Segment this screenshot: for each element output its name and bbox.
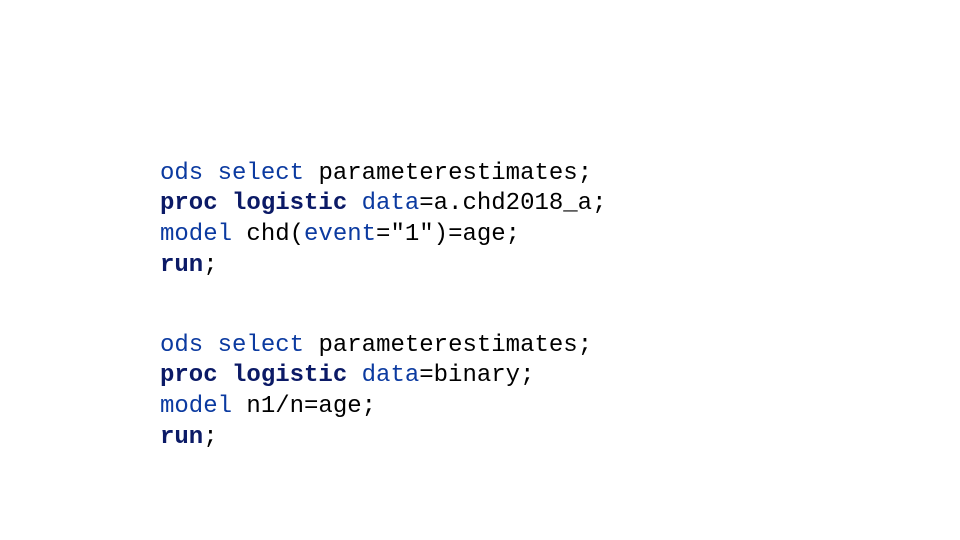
text: )=age; xyxy=(434,221,520,248)
space xyxy=(304,160,318,187)
line-3: model n1/n=age; xyxy=(160,393,376,420)
kw-ods: ods xyxy=(160,332,203,359)
space xyxy=(218,362,232,389)
text: parameterestimates; xyxy=(318,332,592,359)
kw-logistic: logistic xyxy=(232,362,347,389)
kw-model: model xyxy=(160,393,232,420)
text: ; xyxy=(203,252,217,279)
line-1: ods select parameterestimates; xyxy=(160,332,592,359)
kw-select: select xyxy=(218,332,304,359)
kw-run: run xyxy=(160,252,203,279)
line-4: run; xyxy=(160,424,218,451)
text: =a.chd2018_a; xyxy=(419,190,606,217)
text: parameterestimates; xyxy=(318,160,592,187)
text: n1/n=age; xyxy=(246,393,376,420)
kw-data: data xyxy=(362,362,420,389)
kw-select: select xyxy=(218,160,304,187)
kw-logistic: logistic xyxy=(232,190,347,217)
space xyxy=(232,221,246,248)
kw-proc: proc xyxy=(160,362,218,389)
line-3: model chd(event="1")=age; xyxy=(160,221,520,248)
space xyxy=(232,393,246,420)
kw-data: data xyxy=(362,190,420,217)
space xyxy=(218,190,232,217)
text: ; xyxy=(203,424,217,451)
code-slide: ods select parameterestimates; proc logi… xyxy=(0,0,960,540)
line-4: run; xyxy=(160,252,218,279)
kw-model: model xyxy=(160,221,232,248)
space xyxy=(304,332,318,359)
text: =binary; xyxy=(419,362,534,389)
kw-run: run xyxy=(160,424,203,451)
line-2: proc logistic data=binary; xyxy=(160,362,534,389)
code-block-1: ods select parameterestimates; proc logi… xyxy=(160,128,606,312)
text: chd( xyxy=(246,221,304,248)
line-2: proc logistic data=a.chd2018_a; xyxy=(160,190,606,217)
text: = xyxy=(376,221,390,248)
kw-proc: proc xyxy=(160,190,218,217)
string-literal: "1" xyxy=(390,221,433,248)
kw-event: event xyxy=(304,221,376,248)
space xyxy=(347,362,361,389)
space xyxy=(203,160,217,187)
space xyxy=(203,332,217,359)
line-1: ods select parameterestimates; xyxy=(160,160,592,187)
space xyxy=(347,190,361,217)
kw-ods: ods xyxy=(160,160,203,187)
code-block-2: ods select parameterestimates; proc logi… xyxy=(160,300,592,484)
